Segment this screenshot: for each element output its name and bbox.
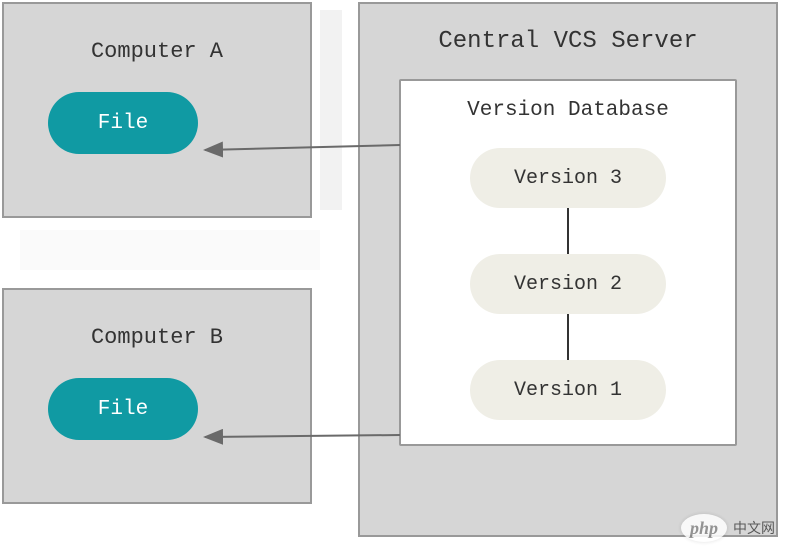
computer-b-title: Computer B [24,325,290,350]
server-title: Central VCS Server [378,28,758,55]
computer-b-box: Computer B File [2,288,312,504]
computer-a-box: Computer A File [2,2,312,218]
bg-strip [20,230,320,270]
server-box: Central VCS Server Version Database Vers… [358,2,778,537]
computer-a-file-node: File [48,92,198,154]
computer-b-file-node: File [48,378,198,440]
version-node-2: Version 2 [470,254,666,314]
version-label: Version 3 [514,167,622,190]
database-title: Version Database [401,99,735,122]
version-database-box: Version Database Version 3 Version 2 Ver… [399,79,737,446]
version-label: Version 2 [514,273,622,296]
version-node-3: Version 3 [470,148,666,208]
version-node-1: Version 1 [470,360,666,420]
file-label: File [98,112,148,135]
connector-line [567,314,569,360]
watermark-text: 中文网 [733,518,775,538]
computer-a-title: Computer A [24,39,290,64]
version-label: Version 1 [514,379,622,402]
bg-strip [320,10,342,210]
connector-line [567,208,569,254]
file-label: File [98,398,148,421]
watermark: php 中文网 [681,514,775,542]
watermark-badge: php [681,514,727,542]
